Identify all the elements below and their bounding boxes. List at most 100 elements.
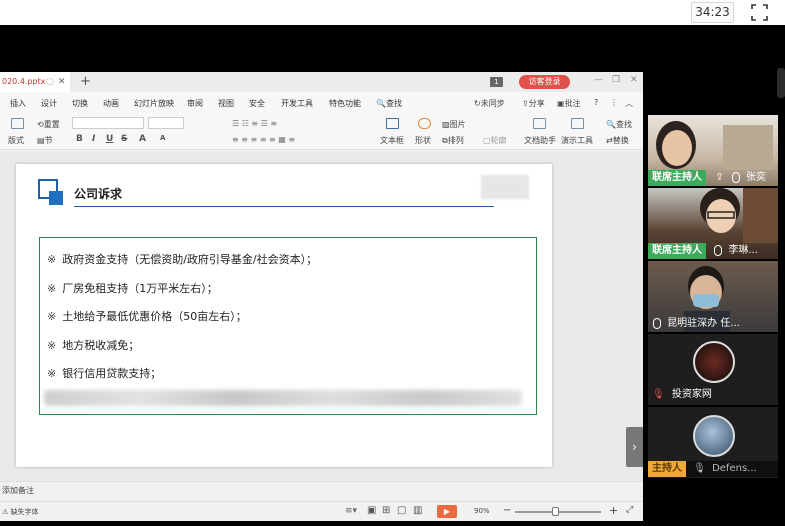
help-icon[interactable]: ? [594, 98, 598, 107]
participant-tile[interactable]: 🎙 投资家网 [648, 334, 778, 405]
normal-view-icon[interactable]: ▣ [367, 505, 376, 516]
font-size-select[interactable] [148, 117, 184, 129]
participant-tile[interactable]: 联席主持人 ⇪ 张奕 [648, 115, 778, 186]
co-host-badge: 联席主持人 [648, 243, 706, 259]
font-shrink-button[interactable]: A [160, 134, 165, 142]
menu-search[interactable]: 🔍查找 [376, 98, 402, 109]
slide[interactable]: 公司诉求 ※ 政府资金支持（无偿资助/政府引导基金/社会资本）； ※ 厂房免租支持（… [16, 164, 552, 467]
host-badge: 主持人 [648, 461, 686, 477]
sync-status[interactable]: ↻未同步 [474, 98, 505, 109]
zoom-level[interactable]: 90% [474, 507, 490, 515]
section-button-label: 节 [44, 136, 53, 145]
picture-button[interactable]: ▨图片 [442, 119, 466, 130]
missing-font-status[interactable]: ⚠ 缺失字体 [2, 507, 39, 517]
fullscreen-icon[interactable] [750, 3, 769, 22]
shape-icon[interactable] [418, 118, 431, 129]
participant-tile[interactable]: 联席主持人 李琳... [648, 188, 778, 259]
wps-presentation-window: 020.4.pptx ◌ ✕ + 1 访客登录 — ❐ ✕ 插入 设计 切换 动… [0, 72, 643, 521]
bullet-mark: ※ [47, 253, 57, 266]
participant-tile[interactable]: 主持人 🎙 Defens... [648, 407, 778, 478]
participant-name: 张奕 [745, 172, 766, 183]
notes-view-icon[interactable]: ▥ [413, 505, 422, 516]
reading-view-icon[interactable]: ▢ [397, 505, 406, 516]
share-button[interactable]: ⇪分享 [522, 98, 545, 109]
italic-button[interactable]: I [92, 134, 95, 144]
menu-view[interactable]: 视图 [218, 98, 234, 109]
bullet-item: ※ 厂房免租支持（1万平米左右）； [47, 280, 218, 296]
menu-design[interactable]: 设计 [41, 98, 57, 109]
menu-animation[interactable]: 动画 [103, 98, 119, 109]
menu-developer[interactable]: 开发工具 [281, 98, 313, 109]
present-tool-icon[interactable] [571, 118, 584, 129]
picture-button-label: 图片 [449, 120, 466, 129]
replace-button[interactable]: ⇄替换 [606, 135, 629, 146]
reset-button[interactable]: ⟲重置 [37, 119, 60, 130]
content-textbox[interactable]: ※ 政府资金支持（无偿资助/政府引导基金/社会资本）； ※ 厂房免租支持（1万平米左… [39, 237, 537, 415]
doc-helper-icon[interactable] [533, 118, 546, 129]
window-count-badge[interactable]: 1 [490, 77, 503, 87]
layout-icon[interactable] [11, 118, 24, 129]
bullet-text: 地方税收减免； [62, 339, 140, 352]
bullet-item: ※ 政府资金支持（无偿资助/政府引导基金/社会资本）； [47, 251, 317, 267]
bullet-item: ※ 地方税收减免； [47, 337, 139, 353]
menu-slideshow[interactable]: 幻灯片放映 [134, 98, 174, 109]
play-slideshow-button[interactable]: ▶ [437, 505, 457, 518]
meeting-timer: 34:23 [691, 2, 734, 23]
menu-review[interactable]: 审阅 [187, 98, 203, 109]
next-slide-arrow-icon[interactable]: › [626, 427, 643, 467]
bold-button[interactable]: B [76, 134, 83, 144]
guest-login-button[interactable]: 访客登录 [519, 75, 570, 89]
comment-button[interactable]: ▣批注 [557, 98, 581, 109]
menu-insert[interactable]: 插入 [10, 98, 26, 109]
new-tab-button[interactable]: + [80, 72, 91, 91]
outline-button[interactable]: ▢轮廓 [483, 135, 507, 146]
bullet-item: ※ 银行信用贷款支持； [47, 365, 161, 381]
close-tab-icon[interactable]: ✕ [58, 72, 66, 92]
participant-tile[interactable]: 昆明驻深办 任... [648, 261, 778, 332]
textbox-button[interactable]: 文本框 [380, 135, 404, 146]
fit-window-icon[interactable]: ⤢ [626, 505, 633, 515]
textbox-icon[interactable] [386, 118, 399, 129]
status-bar: ⚠ 缺失字体 ≡▾ ▣ ⊞ ▢ ▥ ▶ 90% − + ⤢ [0, 501, 643, 521]
menu-transition[interactable]: 切换 [72, 98, 88, 109]
find-button-label: 查找 [615, 120, 632, 129]
notes-toggle-icon[interactable]: ≡▾ [345, 506, 357, 516]
menu-bar: 插入 设计 切换 动画 幻灯片放映 审阅 视图 安全 开发工具 特色功能 🔍查找… [0, 92, 643, 114]
font-color-button[interactable]: A [139, 134, 146, 144]
align-icons[interactable]: ≡ ≡ ≡ ≡ ≡ ▦ ≡ [232, 135, 295, 144]
close-window-icon[interactable]: ✕ [630, 75, 638, 85]
menu-search-label: 查找 [385, 99, 402, 108]
participant-label: 联席主持人 李琳... [648, 243, 778, 259]
arrange-button[interactable]: ⧉排列 [442, 135, 464, 146]
minimize-icon[interactable]: — [594, 75, 603, 85]
maximize-icon[interactable]: ❐ [612, 75, 620, 85]
more-icon[interactable]: ⋮ [610, 98, 618, 107]
menu-features[interactable]: 特色功能 [329, 98, 361, 109]
collapse-ribbon-icon[interactable]: ︿ [625, 98, 633, 109]
pin-icon[interactable]: ◌ [46, 72, 54, 92]
bullet-list-icon[interactable]: ☰ ☷ ≡ ☰ ≡ [232, 119, 277, 128]
present-tool-button[interactable]: 演示工具 [561, 135, 593, 146]
document-tab-label: 020.4.pptx [2, 77, 46, 86]
zoom-out-icon[interactable]: − [503, 505, 511, 516]
layout-button[interactable]: 版式 [8, 135, 24, 146]
strikethrough-button[interactable]: S [121, 134, 127, 144]
notes-pane[interactable]: 添加备注 [0, 481, 643, 501]
slide-logo-square [49, 191, 63, 205]
underline-button[interactable]: U [106, 134, 113, 144]
find-button[interactable]: 🔍查找 [606, 119, 632, 130]
avatar [693, 415, 735, 457]
zoom-in-icon[interactable]: + [609, 504, 618, 517]
shape-button[interactable]: 形状 [415, 135, 431, 146]
mic-icon [653, 317, 661, 329]
outline-button-label: 轮廓 [490, 136, 507, 145]
doc-helper-button[interactable]: 文档助手 [524, 135, 556, 146]
sorter-view-icon[interactable]: ⊞ [382, 505, 390, 516]
document-tab[interactable]: 020.4.pptx ◌ ✕ [0, 72, 70, 92]
zoom-slider-knob[interactable] [552, 507, 559, 516]
participant-name: Defens... [712, 463, 757, 474]
section-button[interactable]: ▤节 [37, 135, 53, 146]
panel-scroll-handle[interactable] [777, 68, 785, 98]
font-family-select[interactable] [72, 117, 144, 129]
menu-security[interactable]: 安全 [249, 98, 265, 109]
